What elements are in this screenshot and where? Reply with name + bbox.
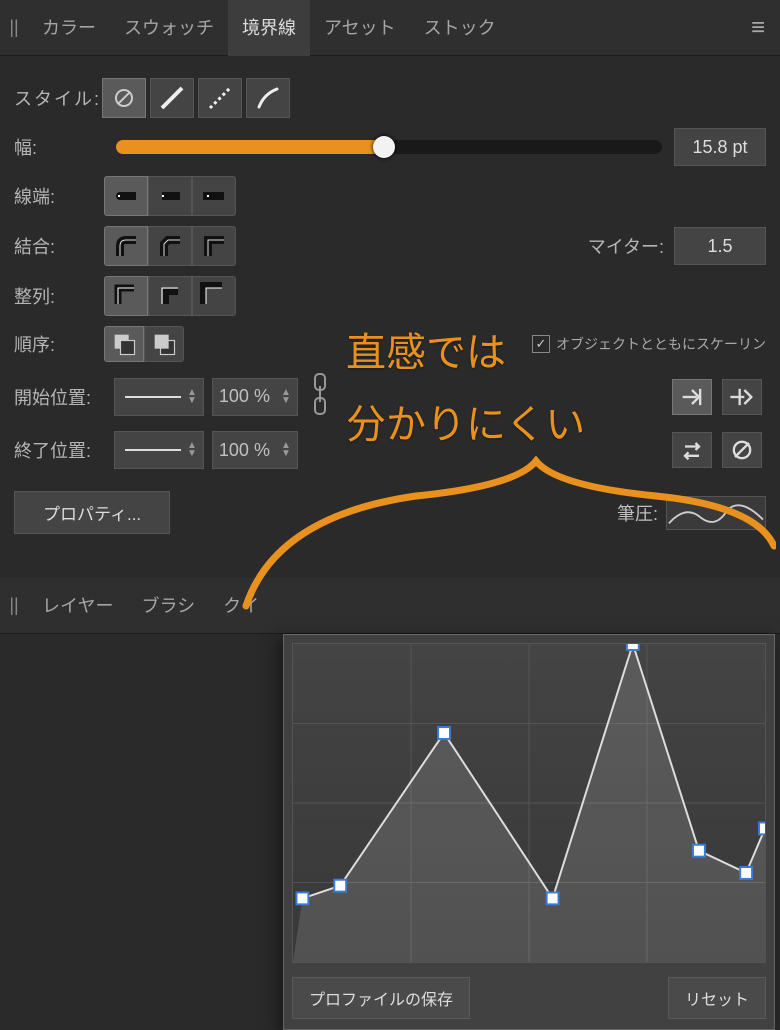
cap-square-button[interactable] — [192, 176, 236, 216]
tab-brush[interactable]: ブラシ — [127, 578, 209, 634]
order-front-button[interactable] — [144, 326, 184, 362]
style-label: スタイル: — [14, 85, 102, 111]
width-value-field[interactable]: 15.8 pt — [674, 128, 766, 166]
pressure-curve-editor[interactable] — [292, 643, 766, 963]
properties-button[interactable]: プロパティ... — [14, 491, 170, 534]
width-slider[interactable] — [116, 140, 662, 154]
tab-asset[interactable]: アセット — [310, 0, 410, 56]
panel-tabbar: || カラー スウォッチ 境界線 アセット ストック ≡ — [0, 0, 780, 56]
order-behind-button[interactable] — [104, 326, 144, 362]
join-bevel-button[interactable] — [148, 226, 192, 266]
start-arrow-dropdown[interactable]: ▲▼ — [114, 378, 204, 416]
cap-round-button[interactable] — [104, 176, 148, 216]
panel-menu-icon[interactable]: ≡ — [736, 14, 780, 42]
order-label: 順序: — [14, 331, 104, 357]
stroke-panel: スタイル: 幅: 15.8 pt 線端: — [0, 56, 780, 556]
arrow-place-end-button[interactable] — [672, 379, 712, 415]
save-profile-button[interactable]: プロファイルの保存 — [292, 977, 470, 1019]
end-pos-label: 終了位置: — [14, 437, 114, 463]
pressure-profile-dropdown[interactable] — [666, 496, 766, 530]
reset-profile-button[interactable]: リセット — [668, 977, 766, 1019]
tab-layer[interactable]: レイヤー — [28, 578, 127, 634]
tab-stroke[interactable]: 境界線 — [228, 0, 310, 56]
end-arrow-dropdown[interactable]: ▲▼ — [114, 431, 204, 469]
align-label: 整列: — [14, 283, 104, 309]
link-start-end-icon[interactable] — [306, 372, 334, 421]
pressure-label: 筆圧: — [617, 500, 658, 526]
join-miter-button[interactable] — [192, 226, 236, 266]
tab-stock[interactable]: ストック — [410, 0, 510, 56]
join-round-button[interactable] — [104, 226, 148, 266]
start-pct-field[interactable]: 100 % ▲▼ — [212, 378, 298, 416]
align-inside-button[interactable] — [148, 276, 192, 316]
panel2-collapse-icon[interactable]: || — [0, 595, 28, 616]
style-dash-button[interactable] — [198, 78, 242, 118]
style-brush-button[interactable] — [246, 78, 290, 118]
align-center-button[interactable] — [104, 276, 148, 316]
arrow-place-beyond-button[interactable] — [722, 379, 762, 415]
style-none-button[interactable] — [102, 78, 146, 118]
align-outside-button[interactable] — [192, 276, 236, 316]
end-pct-field[interactable]: 100 % ▲▼ — [212, 431, 298, 469]
width-slider-thumb[interactable] — [373, 136, 395, 158]
scale-with-object-label: オブジェクトとともにスケーリン — [556, 334, 766, 354]
reset-arrows-button[interactable] — [722, 432, 762, 468]
tab-swatch[interactable]: スウォッチ — [110, 0, 228, 56]
width-slider-fill — [116, 140, 384, 154]
tab-quick[interactable]: クイ — [209, 578, 273, 634]
tab-color[interactable]: カラー — [28, 0, 110, 56]
miter-value-field[interactable]: 1.5 — [674, 227, 766, 265]
pressure-profile-popup: プロファイルの保存 リセット — [283, 634, 775, 1030]
width-label: 幅: — [14, 134, 104, 160]
miter-label: マイター: — [588, 233, 664, 259]
start-pos-label: 開始位置: — [14, 384, 114, 410]
join-label: 結合: — [14, 233, 104, 259]
swap-arrows-button[interactable] — [672, 432, 712, 468]
caps-label: 線端: — [14, 183, 104, 209]
panel2-tabbar: || レイヤー ブラシ クイ — [0, 578, 780, 634]
panel-collapse-icon[interactable]: || — [0, 17, 28, 38]
scale-with-object-checkbox[interactable]: ✓ — [532, 335, 550, 353]
style-solid-button[interactable] — [150, 78, 194, 118]
cap-butt-button[interactable] — [148, 176, 192, 216]
